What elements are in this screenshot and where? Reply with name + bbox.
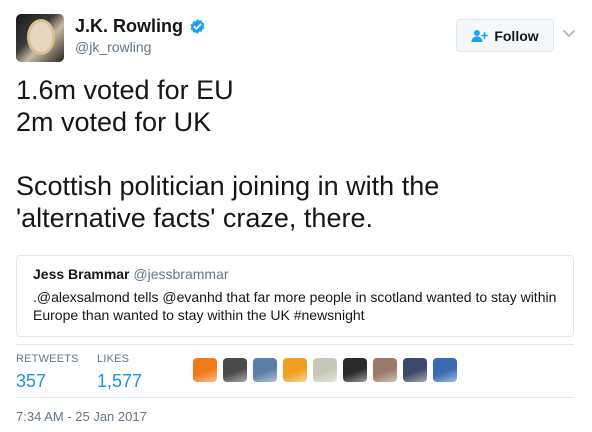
quoted-text-line: Europe than wanted to stay within the UK…	[33, 307, 365, 323]
tweet-line	[16, 138, 576, 170]
liker-avatar-icon[interactable]	[253, 358, 277, 382]
tweet-line: Scottish politician joining in with the	[16, 171, 440, 201]
liker-avatars	[193, 358, 457, 382]
profile-photo-icon[interactable]	[16, 14, 64, 62]
author-name-row[interactable]: J.K. Rowling	[75, 16, 206, 37]
author-handle[interactable]: @jk_rowling	[75, 39, 206, 55]
tweet-line: 1.6m voted for EU	[16, 75, 234, 105]
liker-avatar-icon[interactable]	[403, 358, 427, 382]
tweet-text: 1.6m voted for EU 2m voted for UK Scotti…	[16, 74, 576, 234]
quoted-tweet[interactable]: Jess Brammar @jessbrammar .@alexsalmond …	[16, 255, 574, 337]
tweet-timestamp[interactable]: 7:34 AM - 25 Jan 2017	[16, 409, 147, 424]
tweet-line: 2m voted for UK	[16, 107, 212, 137]
liker-avatar-icon[interactable]	[313, 358, 337, 382]
liker-avatar-icon[interactable]	[433, 358, 457, 382]
likes-label: LIKES	[97, 353, 130, 365]
divider	[16, 344, 574, 345]
quoted-tweet-header: Jess Brammar @jessbrammar	[33, 266, 561, 282]
liker-avatar-icon[interactable]	[223, 358, 247, 382]
author-name[interactable]: J.K. Rowling	[75, 16, 183, 37]
liker-avatar-icon[interactable]	[283, 358, 307, 382]
verified-badge-icon	[190, 19, 205, 34]
chevron-down-icon[interactable]	[562, 26, 576, 40]
follow-button-label: Follow	[494, 27, 539, 44]
retweets-label: RETWEETS	[16, 353, 79, 365]
quoted-author-name: Jess Brammar	[33, 266, 130, 282]
likes-stat[interactable]: LIKES 1,577	[97, 353, 142, 392]
liker-avatar-icon[interactable]	[373, 358, 397, 382]
retweets-stat[interactable]: RETWEETS 357	[16, 353, 79, 392]
likes-count: 1,577	[97, 371, 143, 391]
tweet-line: 'alternative facts' craze, there.	[16, 203, 373, 233]
liker-avatar-icon[interactable]	[343, 358, 367, 382]
quoted-author-handle: @jessbrammar	[133, 266, 229, 282]
divider	[16, 397, 574, 398]
follow-person-icon	[471, 29, 489, 42]
retweets-count: 357	[16, 371, 47, 391]
quoted-tweet-text: .@alexsalmond tells @evanhd that far mor…	[33, 288, 561, 324]
author-block: J.K. Rowling @jk_rowling	[75, 16, 206, 55]
quoted-text-line: .@alexsalmond tells @evanhd that far mor…	[33, 289, 557, 305]
liker-avatar-icon[interactable]	[193, 358, 217, 382]
follow-button[interactable]: Follow	[456, 19, 554, 52]
